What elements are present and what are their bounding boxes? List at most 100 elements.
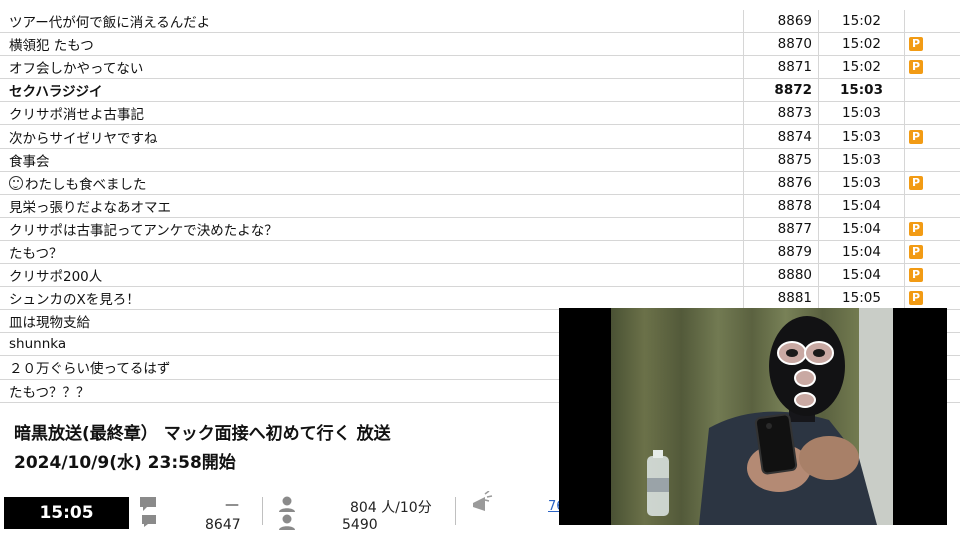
premium-cell: P xyxy=(904,217,960,240)
comment-time: 15:03 xyxy=(818,102,904,125)
premium-cell: P xyxy=(904,56,960,79)
divider xyxy=(455,497,456,525)
broadcast-start-time: 2024/10/9(水) 23:58開始 xyxy=(14,453,236,473)
comment-row[interactable]: クリサポ200人 8880 15:04 P xyxy=(0,264,960,288)
comment-row[interactable]: わたしも食べました 8876 15:03 P xyxy=(0,171,960,195)
premium-cell: P xyxy=(904,264,960,287)
comment-text: クリサポ消せよ古事記 xyxy=(9,107,144,124)
comment-row[interactable]: シュンカのXを見ろ！ 8881 15:05 P xyxy=(0,287,960,311)
comment-text: 次からサイゼリヤですね xyxy=(9,130,158,147)
elapsed-clock: 15:05 xyxy=(4,497,129,529)
comment-text: 皿は現物支給 xyxy=(9,315,90,332)
premium-badge-icon: P xyxy=(909,129,923,144)
comment-text-cell: セクハラジジイ xyxy=(9,79,742,101)
comment-row[interactable]: クリサポは古事記ってアンケで決めたよな？ 8877 15:04 P xyxy=(0,217,960,241)
premium-badge-icon: P xyxy=(909,60,923,75)
comment-text: たもつ？？？ xyxy=(9,384,90,401)
comment-number: 8876 xyxy=(743,171,818,194)
premium-badge-icon: P xyxy=(909,291,923,306)
speech-bubble-icon xyxy=(140,497,156,527)
comment-text-cell: オフ会しかやってない xyxy=(9,56,742,78)
comment-text-cell: クリサポ消せよ古事記 xyxy=(9,102,742,124)
comment-row[interactable]: 見栄っ張りだよなあオマエ 8878 15:04 xyxy=(0,194,960,218)
comment-text-cell: たもつ？ xyxy=(9,241,742,263)
premium-badge-icon: P xyxy=(909,268,923,283)
comment-number: 8875 xyxy=(743,148,818,171)
comment-time: 15:04 xyxy=(818,264,904,287)
comment-time: 15:03 xyxy=(818,125,904,148)
broadcast-title: 暗黒放送(最終章） マック面接へ初めて行く 放送 xyxy=(14,424,391,444)
comment-number: 8872 xyxy=(743,79,818,102)
premium-cell: P xyxy=(904,33,960,56)
comment-text: 食事会 xyxy=(9,153,50,170)
comment-time: 15:02 xyxy=(818,33,904,56)
comment-dash: — xyxy=(225,497,239,513)
comment-row[interactable]: 食事会 8875 15:03 xyxy=(0,148,960,172)
megaphone-icon[interactable] xyxy=(470,491,494,517)
premium-cell xyxy=(904,102,960,125)
comment-text: 横領犯 たもつ xyxy=(9,38,94,55)
comment-text-cell: 次からサイゼリヤですね xyxy=(9,125,742,147)
comment-row[interactable]: ツアー代が何で飯に消えるんだよ 8869 15:02 xyxy=(0,10,960,34)
comment-text-cell: 横領犯 たもつ xyxy=(9,33,742,55)
comment-text: たもつ？ xyxy=(9,245,63,262)
comment-row[interactable]: セクハラジジイ 8872 15:03 xyxy=(0,79,960,103)
comment-text: オフ会しかやってない xyxy=(9,61,144,78)
comment-count: 8647 xyxy=(205,517,241,533)
video-player[interactable] xyxy=(559,308,947,525)
comment-text: クリサポは古事記ってアンケで決めたよな？ xyxy=(9,222,278,239)
comment-number: 8877 xyxy=(743,217,818,240)
comment-number: 8880 xyxy=(743,264,818,287)
comment-text-cell: シュンカのXを見ろ！ xyxy=(9,287,742,309)
smiley-face-icon xyxy=(9,175,23,190)
viewers-total: 5490 xyxy=(342,517,378,533)
premium-badge-icon: P xyxy=(909,244,923,259)
comment-number: 8881 xyxy=(743,287,818,310)
comment-number: 8878 xyxy=(743,194,818,217)
comment-time: 15:04 xyxy=(818,194,904,217)
comment-time: 15:02 xyxy=(818,56,904,79)
comment-text: ツアー代が何で飯に消えるんだよ xyxy=(9,15,211,32)
comment-number: 8870 xyxy=(743,33,818,56)
comment-time: 15:02 xyxy=(818,10,904,33)
comment-row[interactable]: オフ会しかやってない 8871 15:02 P xyxy=(0,56,960,80)
comment-row[interactable]: たもつ？ 8879 15:04 P xyxy=(0,240,960,265)
comment-text: シュンカのXを見ろ！ xyxy=(9,292,140,309)
premium-cell: P xyxy=(904,125,960,148)
broadcast-info: 暗黒放送(最終章） マック面接へ初めて行く 放送 2024/10/9(水) 23… xyxy=(14,420,391,478)
premium-badge-icon: P xyxy=(909,175,923,190)
person-icon xyxy=(279,496,295,530)
comment-number: 8873 xyxy=(743,102,818,125)
comment-text-cell: ツアー代が何で飯に消えるんだよ xyxy=(9,10,742,32)
premium-cell xyxy=(904,79,960,102)
premium-cell xyxy=(904,148,960,171)
comment-text: shunnka xyxy=(9,336,67,353)
comment-text-cell: わたしも食べました xyxy=(9,172,742,194)
comment-text: わたしも食べました xyxy=(25,176,147,193)
premium-cell xyxy=(904,10,960,33)
premium-cell: P xyxy=(904,171,960,194)
premium-cell: P xyxy=(904,240,960,264)
comment-number: 8871 xyxy=(743,56,818,79)
comment-time: 15:03 xyxy=(818,79,904,102)
comment-text: クリサポ200人 xyxy=(9,269,103,286)
comment-text-cell: クリサポは古事記ってアンケで決めたよな？ xyxy=(9,218,742,240)
comment-text-cell: 食事会 xyxy=(9,149,742,171)
premium-cell xyxy=(904,194,960,217)
comment-row[interactable]: 横領犯 たもつ 8870 15:02 P xyxy=(0,33,960,57)
comment-text-cell: クリサポ200人 xyxy=(9,264,742,286)
comment-row[interactable]: クリサポ消せよ古事記 8873 15:03 xyxy=(0,102,960,126)
comment-time: 15:03 xyxy=(818,148,904,171)
comment-row[interactable]: 次からサイゼリヤですね 8874 15:03 P xyxy=(0,125,960,149)
webcam-video-frame xyxy=(559,308,947,525)
comment-number: 8874 xyxy=(743,125,818,148)
comment-time: 15:03 xyxy=(818,171,904,194)
comment-number: 8869 xyxy=(743,10,818,33)
divider xyxy=(262,497,263,525)
comment-number: 8879 xyxy=(743,240,818,264)
comment-text: セクハラジジイ xyxy=(9,84,103,101)
comment-time: 15:05 xyxy=(818,287,904,310)
premium-cell: P xyxy=(904,287,960,310)
comment-time: 15:04 xyxy=(818,240,904,264)
premium-badge-icon: P xyxy=(909,221,923,236)
